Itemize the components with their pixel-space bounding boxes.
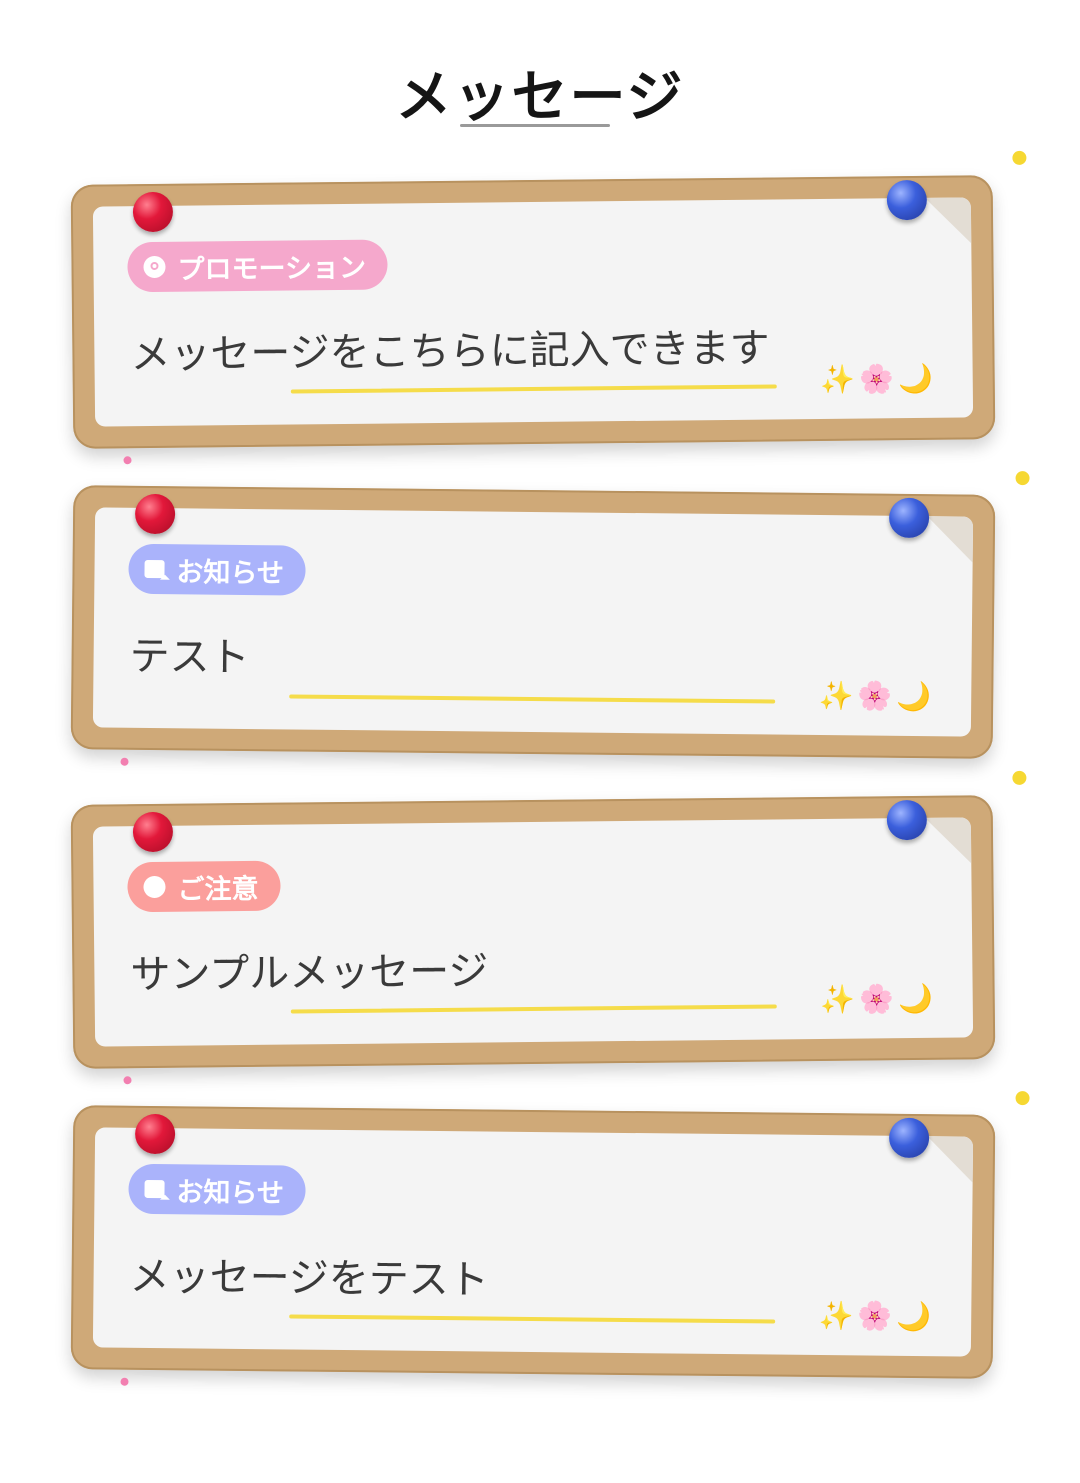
sparkle-icon: ✨ xyxy=(818,678,858,713)
corner-fold xyxy=(924,817,972,864)
card-frame xyxy=(70,485,996,759)
badge-promotion: プロモーション xyxy=(127,239,389,293)
blue-pin-icon xyxy=(886,799,928,841)
pink-dot xyxy=(120,1377,129,1386)
blossom-icon: 🌸 xyxy=(858,362,899,396)
moon-icon: 🌙 xyxy=(896,679,936,714)
yellow-dot xyxy=(1012,150,1027,165)
decoration-emojis: ✨🌸🌙 xyxy=(818,679,935,713)
blossom-icon: 🌸 xyxy=(858,982,899,1016)
corner-fold xyxy=(924,197,972,244)
pink-dot xyxy=(123,456,132,465)
sparkle-icon: ✨ xyxy=(818,1298,858,1333)
promotion-icon xyxy=(143,255,166,279)
badge-label: プロモーション xyxy=(177,252,367,286)
title-underline xyxy=(460,124,610,127)
badge-caution: ご注意 xyxy=(127,860,281,913)
moon-icon: 🌙 xyxy=(897,981,937,1016)
badge-label: お知らせ xyxy=(176,1176,285,1209)
message-text: メッセージをテスト xyxy=(129,1253,490,1304)
message-card[interactable]: お知らせ テスト ✨🌸🌙 xyxy=(70,471,1030,766)
pink-dot xyxy=(120,757,129,766)
badge-notice: お知らせ xyxy=(128,1163,307,1216)
decoration-emojis: ✨🌸🌙 xyxy=(820,362,937,396)
blue-pin-icon xyxy=(886,179,928,221)
moon-icon: 🌙 xyxy=(897,361,937,396)
message-text: サンプルメッセージ xyxy=(130,948,489,999)
sparkle-icon: ✨ xyxy=(819,362,860,396)
card-frame xyxy=(70,795,996,1069)
message-card[interactable]: プロモーション メッセージをこちらに記入できます ✨🌸🌙 xyxy=(70,150,1027,465)
red-pin-icon xyxy=(132,191,174,233)
badge-label: ご注意 xyxy=(177,873,259,906)
card-frame xyxy=(70,175,996,449)
moon-icon: 🌙 xyxy=(896,1299,936,1334)
page-title: メッセージ xyxy=(395,65,685,130)
blue-pin-icon xyxy=(888,1117,930,1159)
badge-label: お知らせ xyxy=(176,556,285,589)
sparkle-icon: ✨ xyxy=(819,982,860,1016)
corner-fold xyxy=(926,516,974,563)
red-pin-icon xyxy=(132,811,174,853)
decoration-emojis: ✨🌸🌙 xyxy=(820,982,937,1016)
decoration-emojis: ✨🌸🌙 xyxy=(818,1299,935,1333)
message-text: メッセージをこちらに記入できます xyxy=(130,325,770,379)
yellow-dot xyxy=(1015,1091,1030,1106)
message-card[interactable]: お知らせ メッセージをテスト ✨🌸🌙 xyxy=(70,1091,1030,1386)
blossom-icon: 🌸 xyxy=(857,679,897,713)
yellow-dot xyxy=(1015,471,1030,486)
message-text: テスト xyxy=(129,633,250,682)
corner-fold xyxy=(926,1136,974,1183)
red-pin-icon xyxy=(134,493,176,535)
blue-pin-icon xyxy=(888,497,930,539)
dot-icon xyxy=(143,875,166,899)
chat-bubble-icon xyxy=(144,559,165,579)
chat-bubble-icon xyxy=(144,1179,165,1199)
yellow-dot xyxy=(1012,770,1027,785)
red-pin-icon xyxy=(134,1113,176,1155)
card-frame xyxy=(70,1105,996,1379)
pink-dot xyxy=(123,1076,132,1085)
badge-notice: お知らせ xyxy=(128,543,307,596)
blossom-icon: 🌸 xyxy=(857,1299,897,1333)
message-card[interactable]: ご注意 サンプルメッセージ ✨🌸🌙 xyxy=(70,770,1027,1085)
